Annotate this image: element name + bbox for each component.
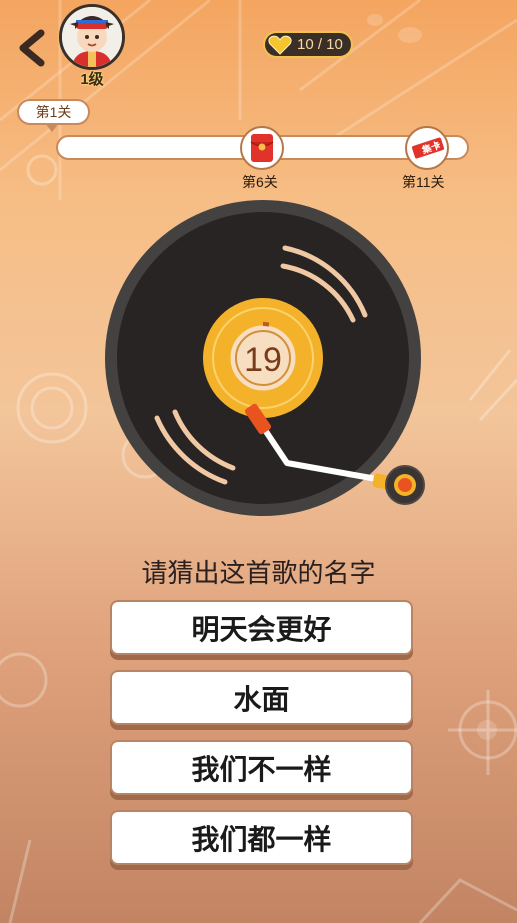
avatar[interactable] <box>59 4 125 70</box>
lives-text: 10 / 10 <box>297 36 343 53</box>
answer-option-1[interactable]: 明天会更好 <box>110 600 413 655</box>
collect-card-icon: 集卡 <box>410 136 446 160</box>
countdown-timer: 19 <box>244 341 282 379</box>
heart-icon <box>268 35 292 55</box>
lives-counter: 10 / 10 <box>263 31 353 58</box>
question-prompt: 请猜出这首歌的名字 <box>141 559 376 589</box>
answer-option-4[interactable]: 我们都一样 <box>110 810 413 865</box>
vinyl-record[interactable]: 19 <box>105 200 435 520</box>
red-envelope-icon <box>250 134 274 162</box>
current-stage-badge: 第1关 <box>17 99 90 132</box>
milestone-label-stage-11: 第11关 <box>402 174 445 190</box>
milestone-label-stage-6: 第6关 <box>242 174 278 190</box>
milestone-stage-11[interactable]: 集卡 <box>405 126 449 170</box>
cartoon-avatar-icon <box>62 7 122 67</box>
answer-option-2[interactable]: 水面 <box>110 670 413 725</box>
chevron-left-icon <box>19 29 45 67</box>
milestone-stage-6[interactable] <box>240 126 284 170</box>
back-button[interactable] <box>14 28 48 68</box>
level-label: 1级 <box>80 71 104 88</box>
answer-option-3[interactable]: 我们不一样 <box>110 740 413 795</box>
